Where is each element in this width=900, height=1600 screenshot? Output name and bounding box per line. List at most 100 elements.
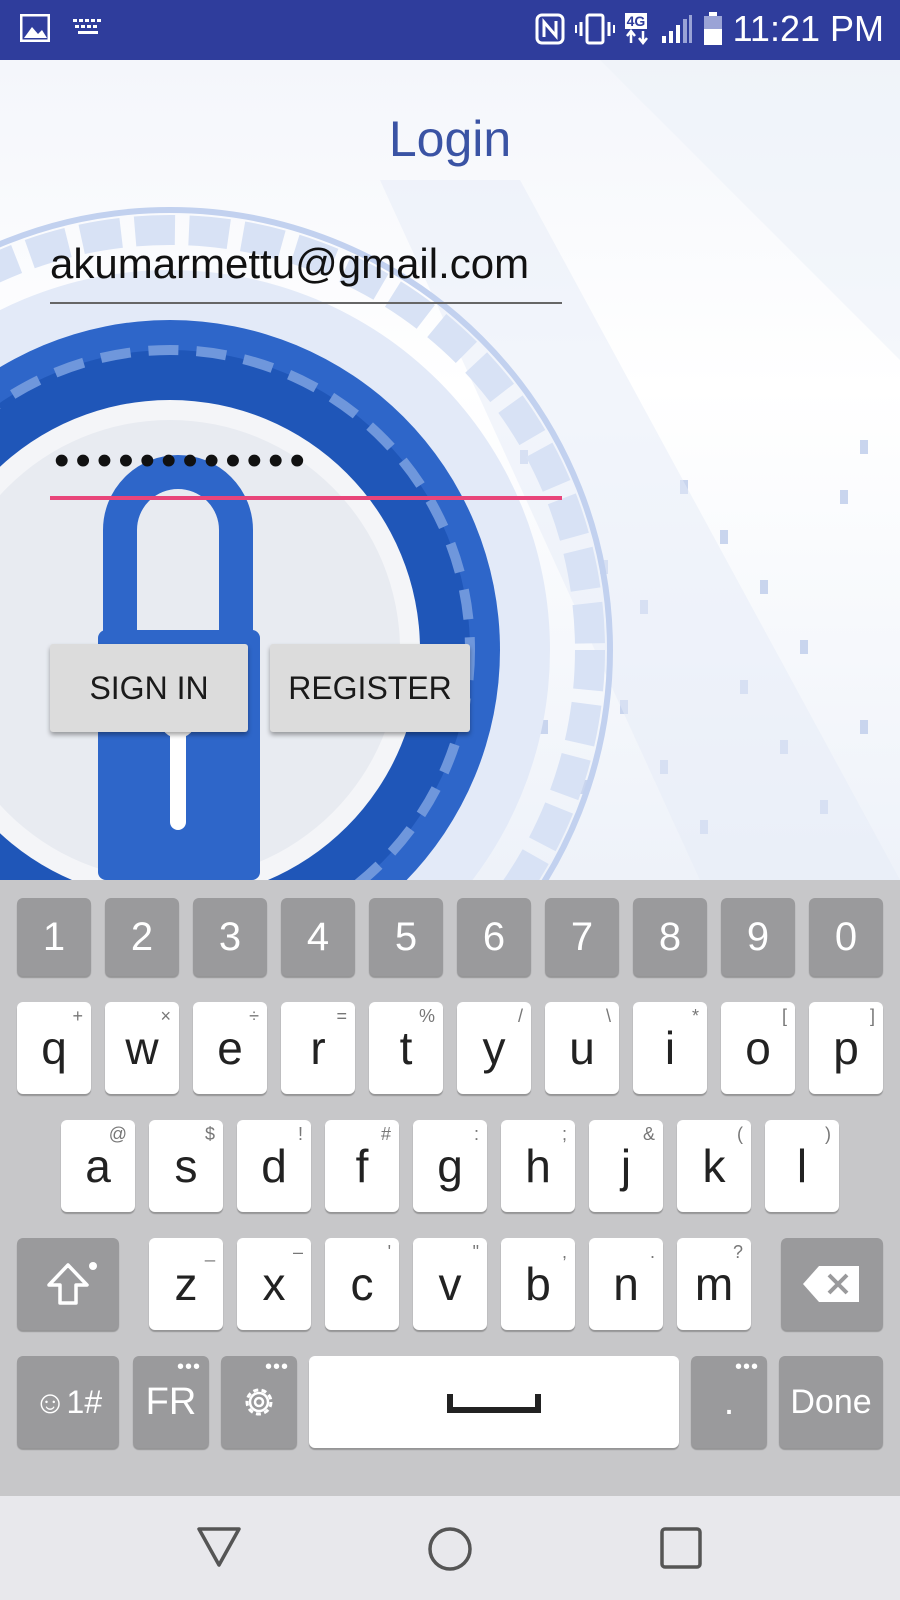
- password-field[interactable]: ••••••••••••: [50, 430, 562, 500]
- key-h[interactable]: h;: [501, 1120, 575, 1212]
- key-hint: :: [473, 1124, 479, 1144]
- key-b[interactable]: b,: [501, 1238, 575, 1330]
- backspace-key[interactable]: [781, 1238, 883, 1330]
- key-m[interactable]: m?: [677, 1238, 751, 1330]
- space-icon: [447, 1394, 541, 1413]
- email-field[interactable]: akumarmettu@gmail.com: [50, 240, 562, 304]
- key-3[interactable]: 3: [193, 898, 267, 976]
- settings-key[interactable]: •••: [221, 1356, 297, 1448]
- key-label: j: [620, 1140, 632, 1192]
- key-label: a: [85, 1140, 111, 1192]
- key-hint: ]: [869, 1006, 875, 1026]
- key-hint: +: [72, 1006, 83, 1026]
- key-s[interactable]: s $: [149, 1120, 223, 1212]
- key-y[interactable]: y /: [457, 1002, 531, 1094]
- more-dots-icon: •••: [176, 1356, 201, 1378]
- key-4[interactable]: 4: [281, 898, 355, 976]
- key-2[interactable]: 2: [105, 898, 179, 976]
- key-0[interactable]: 0: [809, 898, 883, 976]
- period-key[interactable]: . •••: [691, 1356, 767, 1448]
- battery-icon: [703, 12, 722, 45]
- key-label: y: [482, 1022, 506, 1074]
- key-hint: .: [649, 1242, 655, 1262]
- key-d[interactable]: d!: [237, 1120, 311, 1212]
- key-label: ☺1#: [33, 1383, 103, 1420]
- navigation-bar: [0, 1496, 900, 1600]
- shift-icon: [47, 1263, 89, 1305]
- key-w[interactable]: w ×: [105, 1002, 179, 1094]
- key-x[interactable]: x –: [237, 1238, 311, 1330]
- key-6[interactable]: 6: [457, 898, 531, 976]
- done-key[interactable]: Done: [779, 1356, 883, 1448]
- key-1[interactable]: 1: [17, 898, 91, 976]
- key-hint: =: [336, 1006, 347, 1026]
- key-l[interactable]: l): [765, 1120, 839, 1212]
- key-n[interactable]: n.: [589, 1238, 663, 1330]
- key-label: FR: [145, 1380, 197, 1423]
- vibrate-icon: [574, 13, 615, 45]
- key-j[interactable]: j &: [589, 1120, 663, 1212]
- key-5[interactable]: 5: [369, 898, 443, 976]
- key-label: n: [613, 1258, 639, 1310]
- more-dots-icon: •••: [734, 1356, 759, 1378]
- key-7[interactable]: 7: [545, 898, 619, 976]
- key-label: o: [745, 1022, 771, 1074]
- key-label: 1: [42, 914, 66, 959]
- key-f[interactable]: f #: [325, 1120, 399, 1212]
- key-hint: #: [380, 1124, 391, 1144]
- register-button[interactable]: REGISTER: [270, 644, 470, 732]
- symbols-key[interactable]: ☺1#: [17, 1356, 119, 1448]
- password-mask: ••••••••••••: [54, 436, 311, 485]
- key-u[interactable]: u \: [545, 1002, 619, 1094]
- key-a[interactable]: a @: [61, 1120, 135, 1212]
- key-hint: ×: [160, 1006, 171, 1026]
- more-dots-icon: •••: [264, 1356, 289, 1378]
- key-p[interactable]: p]: [809, 1002, 883, 1094]
- signal-icon: [661, 15, 692, 43]
- key-label: 3: [218, 914, 242, 959]
- back-icon[interactable]: [196, 1526, 242, 1568]
- key-hint: ': [387, 1242, 391, 1262]
- email-value: akumarmettu@gmail.com: [50, 240, 530, 287]
- key-c[interactable]: c ': [325, 1238, 399, 1330]
- key-e[interactable]: e ÷: [193, 1002, 267, 1094]
- key-r[interactable]: r =: [281, 1002, 355, 1094]
- key-z[interactable]: z _: [149, 1238, 223, 1330]
- key-label: 0: [834, 914, 858, 959]
- key-i[interactable]: i *: [633, 1002, 707, 1094]
- language-key[interactable]: FR •••: [133, 1356, 209, 1448]
- key-hint: !: [297, 1124, 303, 1144]
- key-hint: [: [781, 1006, 787, 1026]
- shift-key[interactable]: [17, 1238, 119, 1330]
- key-label: Done: [790, 1382, 872, 1421]
- home-icon[interactable]: [427, 1526, 473, 1572]
- key-hint: _: [204, 1242, 215, 1262]
- space-bar[interactable]: [309, 1356, 679, 1448]
- key-t[interactable]: t%: [369, 1002, 443, 1094]
- nfc-icon: [535, 13, 565, 45]
- status-bar: 4G 11:21 PM: [0, 0, 900, 60]
- key-hint: *: [691, 1006, 699, 1026]
- gear-icon: [245, 1388, 273, 1416]
- key-v[interactable]: v ": [413, 1238, 487, 1330]
- key-label: f: [355, 1140, 369, 1192]
- key-k[interactable]: k(: [677, 1120, 751, 1212]
- recents-icon[interactable]: [659, 1526, 703, 1570]
- key-label: r: [310, 1022, 326, 1074]
- key-label: v: [438, 1258, 462, 1310]
- key-hint: %: [418, 1006, 435, 1026]
- key-label: .: [723, 1380, 735, 1423]
- key-label: 6: [482, 914, 506, 959]
- key-9[interactable]: 9: [721, 898, 795, 976]
- key-label: q: [41, 1022, 67, 1074]
- key-8[interactable]: 8: [633, 898, 707, 976]
- key-hint: ): [825, 1124, 831, 1144]
- sign-in-button[interactable]: SIGN IN: [50, 644, 248, 732]
- key-label: h: [525, 1140, 551, 1192]
- key-q[interactable]: q +: [17, 1002, 91, 1094]
- key-label: 8: [658, 914, 682, 959]
- key-o[interactable]: o[: [721, 1002, 795, 1094]
- key-label: 7: [570, 914, 594, 959]
- key-hint: \: [605, 1006, 611, 1026]
- key-g[interactable]: g:: [413, 1120, 487, 1212]
